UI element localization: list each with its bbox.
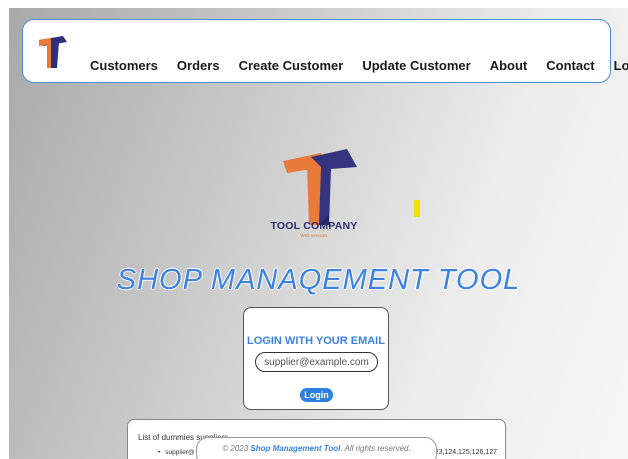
login-card: LOGIN WITH YOUR EMAIL Login: [243, 307, 389, 410]
footer-suffix: . All rights reserved.: [340, 444, 411, 453]
nav-logout[interactable]: Logout: [614, 58, 628, 73]
nav-links: Customers Orders Create Customer Update …: [90, 58, 628, 73]
nav-update-customer[interactable]: Update Customer: [362, 58, 470, 73]
company-logo-icon[interactable]: [37, 34, 69, 70]
nav-orders[interactable]: Orders: [177, 58, 220, 73]
login-button[interactable]: Login: [300, 388, 333, 402]
nav-about[interactable]: About: [490, 58, 528, 73]
app-title: SHOP MANAQEMENT TOOL: [116, 264, 521, 296]
footer-prefix: © 2023: [222, 444, 251, 453]
nav-create-customer[interactable]: Create Customer: [239, 58, 344, 73]
navbar: Customers Orders Create Customer Update …: [22, 19, 628, 83]
footer: © 2023 Shop Management Tool. All rights …: [196, 437, 437, 459]
yellow-marker: [414, 200, 420, 217]
nav-contact[interactable]: Contact: [546, 58, 594, 73]
brand-tagline: Web services: [300, 233, 328, 238]
page-background: Customers Orders Create Customer Update …: [9, 8, 628, 459]
login-heading: LOGIN WITH YOUR EMAIL: [247, 335, 385, 347]
brand-name: TOOL COMPANY: [270, 220, 358, 232]
footer-app-name: Shop Management Tool: [250, 444, 341, 453]
email-input[interactable]: [255, 352, 378, 372]
dummy-supplier-ids: 23,124,125,126,127: [434, 449, 497, 456]
nav-customers[interactable]: Customers: [90, 58, 158, 73]
dummy-supplier-item: supplier@: [158, 449, 194, 456]
